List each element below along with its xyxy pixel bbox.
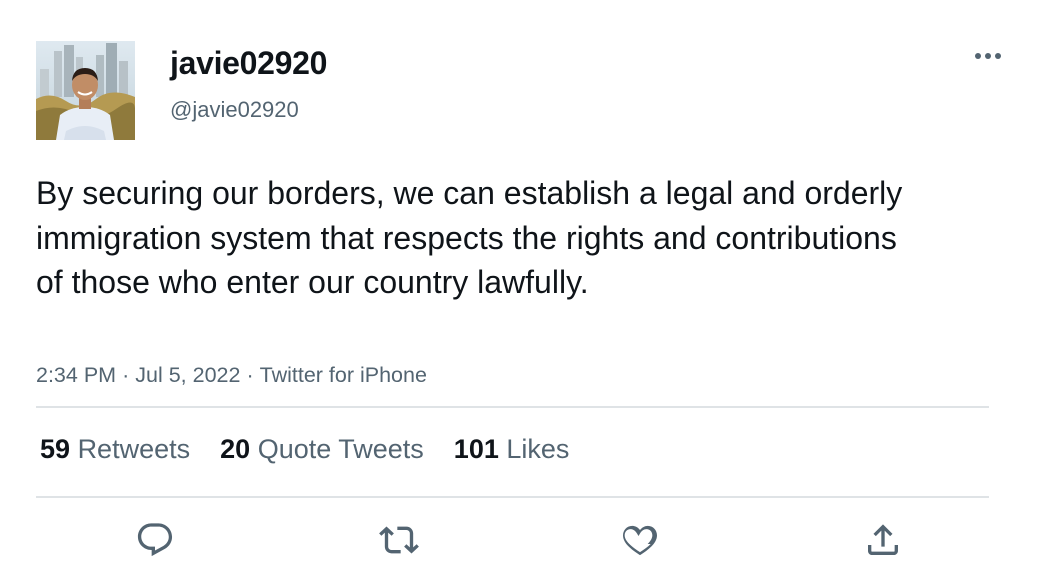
author-display-name[interactable]: javie02920 (170, 43, 327, 83)
likes-count: 101 (453, 434, 499, 464)
tweet-source[interactable]: Twitter for iPhone (260, 363, 427, 387)
divider (36, 496, 989, 498)
quote-tweets-label: Quote Tweets (257, 434, 424, 464)
more-options-button[interactable] (968, 44, 1008, 68)
share-icon (868, 524, 898, 555)
retweets-stat[interactable]: 59 Retweets (40, 432, 190, 466)
meta-separator: · (246, 363, 254, 387)
more-horizontal-icon (975, 53, 1001, 59)
likes-label: Likes (506, 434, 570, 464)
divider (36, 406, 989, 408)
share-button[interactable] (861, 518, 905, 562)
reply-button[interactable] (133, 518, 177, 562)
likes-stat[interactable]: 101 Likes (454, 432, 570, 466)
heart-icon (623, 525, 657, 556)
tweet-text: By securing our borders, we can establis… (36, 175, 903, 300)
tweet-actions (0, 518, 1050, 562)
quote-tweets-count: 20 (220, 434, 251, 464)
retweets-label: Retweets (77, 434, 191, 464)
engagement-stats: 59 Retweets 20 Quote Tweets 101 Likes (40, 432, 569, 466)
tweet-meta: 2:34 PM · Jul 5, 2022 · Twitter for iPhone (36, 361, 427, 389)
tweet-date[interactable]: Jul 5, 2022 (135, 363, 240, 387)
reply-icon (137, 523, 173, 557)
author-handle[interactable]: @javie02920 (170, 96, 299, 124)
meta-separator: · (122, 363, 130, 387)
avatar[interactable] (36, 41, 135, 140)
quote-tweets-stat[interactable]: 20 Quote Tweets (220, 432, 424, 466)
retweets-count: 59 (40, 434, 71, 464)
retweet-icon (379, 526, 419, 554)
like-button[interactable] (618, 518, 662, 562)
tweet-time[interactable]: 2:34 PM (36, 363, 116, 387)
retweet-button[interactable] (377, 518, 421, 562)
avatar-image (36, 41, 135, 140)
